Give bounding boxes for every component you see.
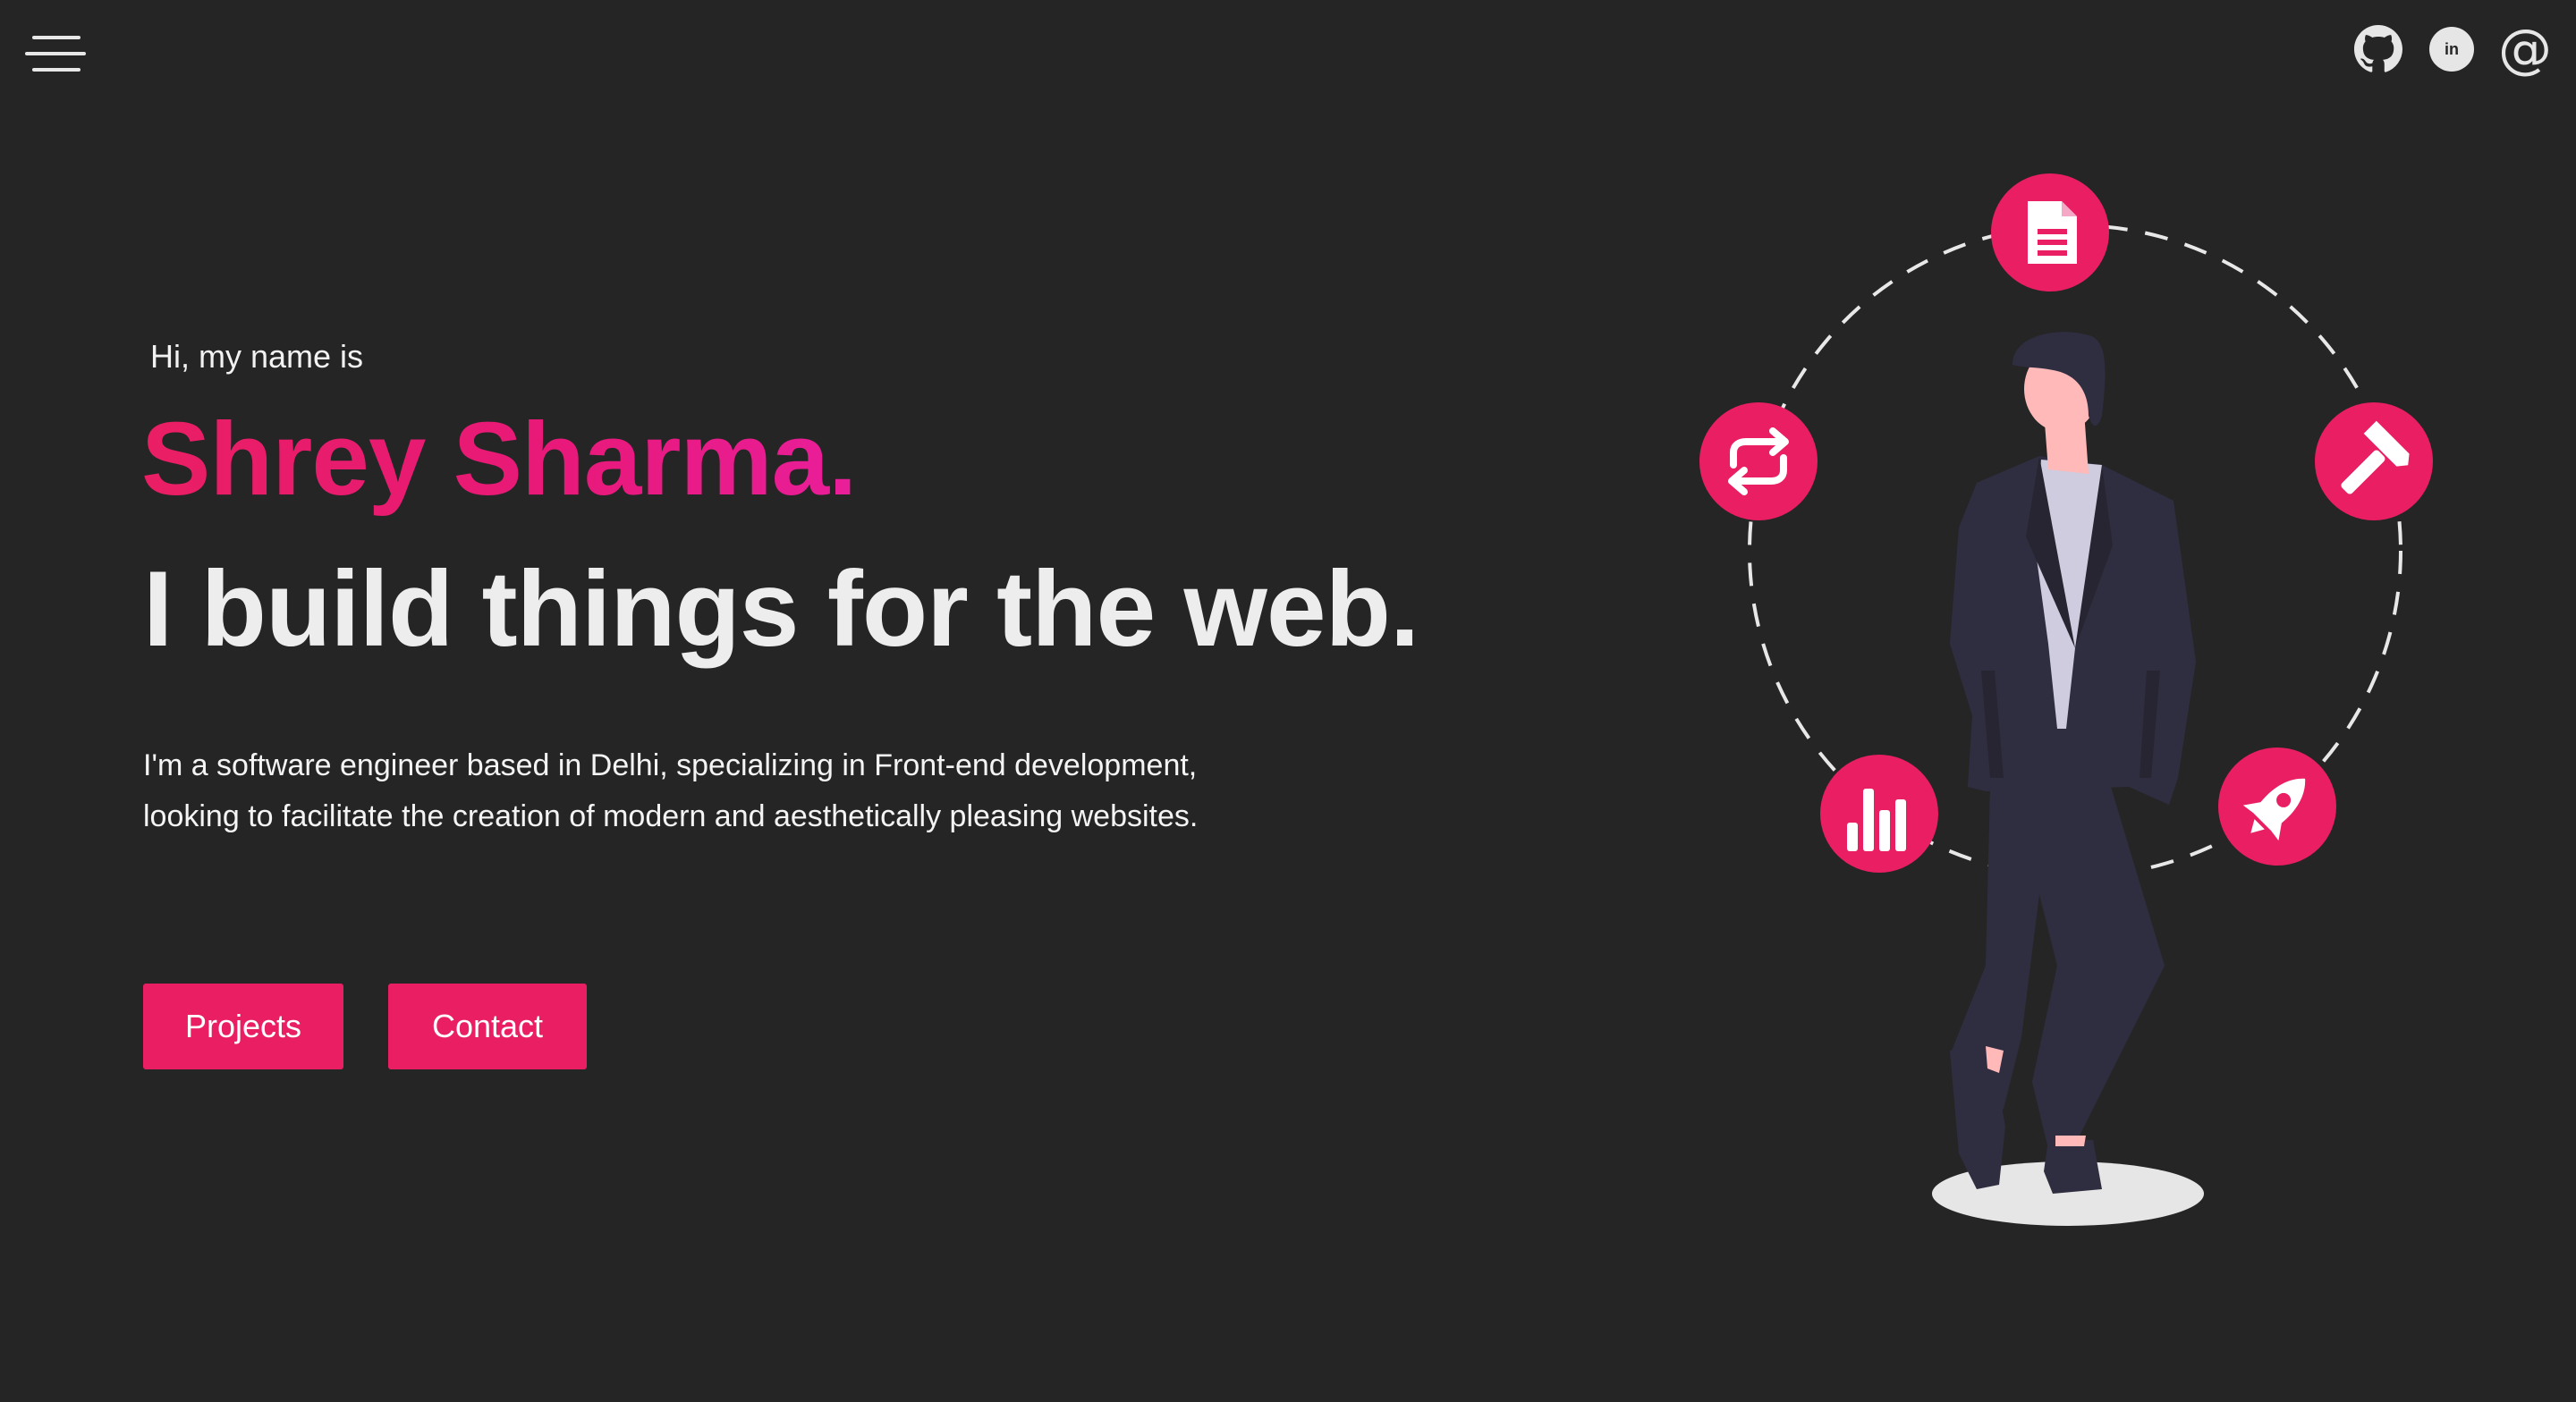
- hero-illustration: [1699, 173, 2433, 1226]
- hero-name: Shrey Sharma.: [141, 401, 857, 517]
- linkedin-icon[interactable]: in: [2428, 25, 2476, 73]
- repeat-icon: [1699, 402, 1818, 520]
- person-figure: [1950, 332, 2196, 1194]
- at-icon[interactable]: @: [2498, 18, 2552, 80]
- rocket-icon: [2218, 747, 2336, 866]
- hamburger-menu-icon[interactable]: [25, 34, 88, 75]
- hero-description: I'm a software engineer based in Delhi, …: [143, 748, 1199, 833]
- document-icon: [1991, 173, 2109, 291]
- bar-chart-icon: [1820, 755, 1938, 873]
- page: in @ Hi, my name is Shrey Sharma. I buil…: [0, 0, 2576, 1402]
- menu-line: [25, 52, 86, 55]
- social-links: in @: [2354, 18, 2552, 80]
- greeting-text: Hi, my name is: [150, 338, 364, 375]
- github-icon[interactable]: [2354, 25, 2402, 73]
- projects-button[interactable]: Projects: [143, 984, 343, 1069]
- linkedin-glyph: in: [2445, 40, 2459, 58]
- hammer-icon: [2315, 402, 2433, 520]
- hero-tagline: I build things for the web.: [143, 549, 1419, 669]
- menu-line: [32, 68, 80, 72]
- menu-line: [32, 36, 80, 39]
- contact-button[interactable]: Contact: [388, 984, 587, 1069]
- at-glyph: @: [2498, 18, 2552, 80]
